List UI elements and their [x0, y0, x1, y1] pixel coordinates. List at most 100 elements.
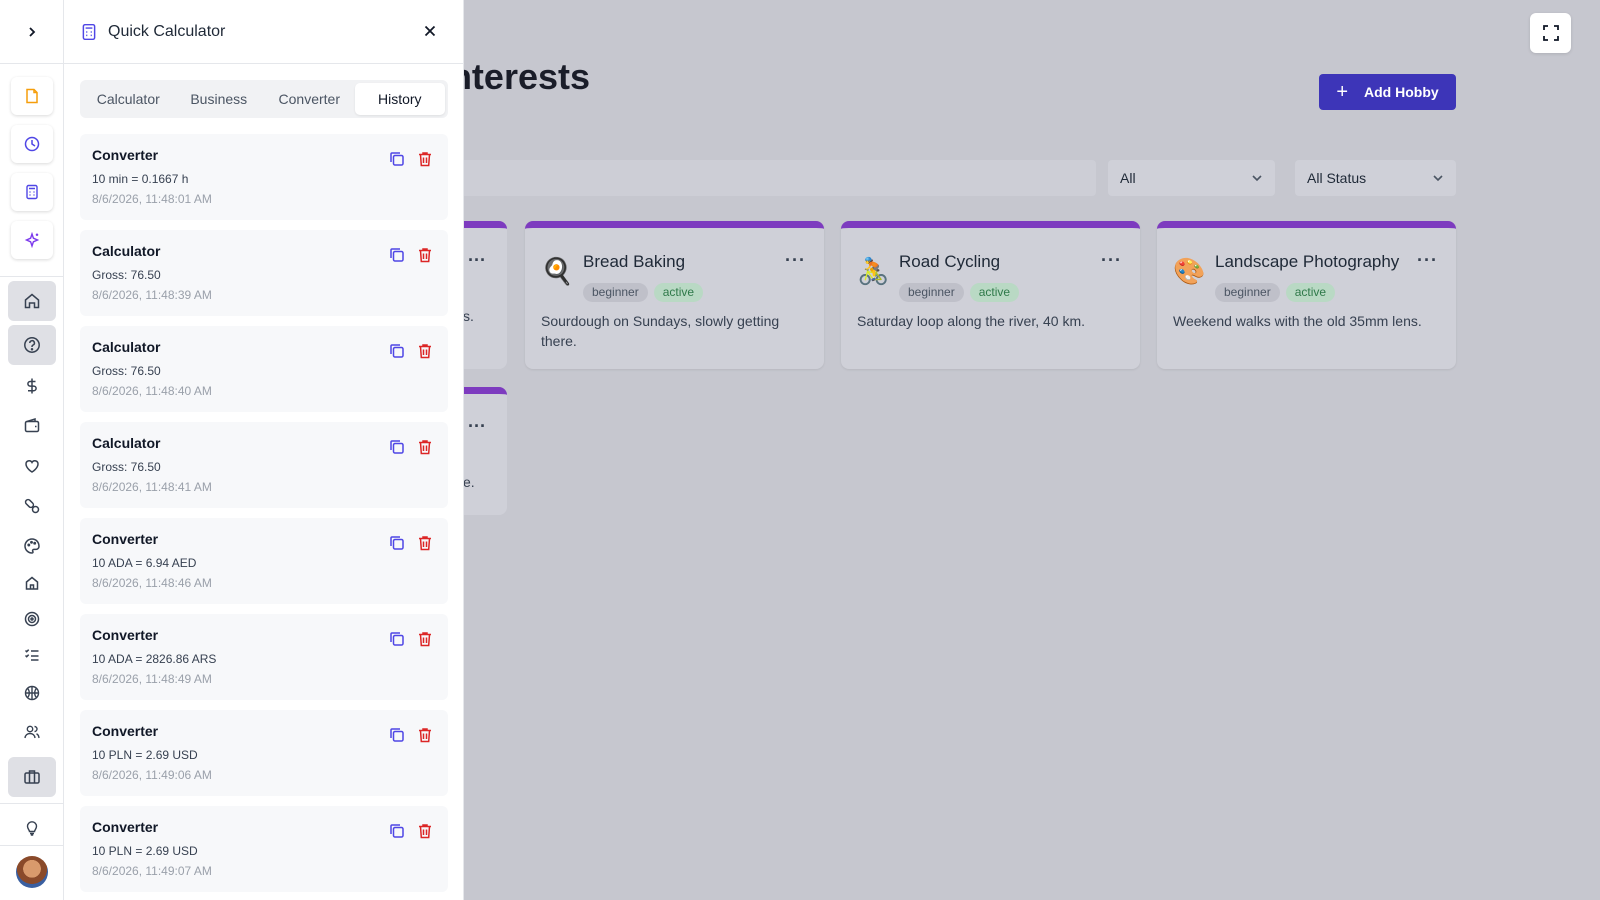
- notes-quick-button[interactable]: [11, 77, 53, 115]
- delete-button[interactable]: [416, 822, 434, 840]
- tab-history[interactable]: History: [354, 83, 445, 115]
- home-icon: [24, 293, 40, 309]
- entry-value: 10 PLN = 2.69 USD: [92, 748, 198, 762]
- card-menu-button[interactable]: ···: [1101, 250, 1122, 271]
- entry-timestamp: 8/6/2026, 11:48:39 AM: [92, 288, 212, 302]
- nav-help[interactable]: [8, 325, 56, 365]
- status-badge: active: [969, 283, 1020, 302]
- plus-icon: +: [1336, 81, 1349, 103]
- sparkles-icon: [24, 232, 40, 248]
- copy-button[interactable]: [388, 630, 406, 648]
- level-badge: beginner: [1215, 283, 1280, 302]
- status-badge: active: [1285, 283, 1336, 302]
- entry-timestamp: 8/6/2026, 11:48:40 AM: [92, 384, 212, 398]
- nav-ideas[interactable]: [8, 808, 56, 848]
- search-input[interactable]: [460, 160, 1096, 196]
- hobby-description: Saturday loop along the river, 40 km.: [857, 313, 1086, 329]
- delete-button[interactable]: [416, 342, 434, 360]
- entry-value: Gross: 76.50: [92, 460, 161, 474]
- tab-calculator[interactable]: Calculator: [83, 83, 174, 115]
- close-panel-button[interactable]: [419, 20, 441, 42]
- nav-people[interactable]: [8, 712, 56, 752]
- chevron-right-icon: [29, 26, 36, 37]
- category-filter-value: All: [1120, 170, 1136, 186]
- copy-button[interactable]: [388, 342, 406, 360]
- timer-quick-button[interactable]: [11, 125, 53, 163]
- status-filter-select[interactable]: All Status: [1295, 160, 1456, 196]
- close-icon: [424, 25, 436, 37]
- copy-icon: [390, 248, 404, 262]
- hobby-emoji-icon: 🍳: [541, 256, 574, 286]
- nav-household[interactable]: [8, 563, 56, 603]
- nav-sports[interactable]: [8, 673, 56, 713]
- entry-timestamp: 8/6/2026, 11:49:07 AM: [92, 864, 212, 878]
- entry-value: 10 ADA = 2826.86 ARS: [92, 652, 217, 666]
- fullscreen-button[interactable]: [1530, 13, 1571, 53]
- history-list: Converter 10 min = 0.1667 h 8/6/2026, 11…: [80, 134, 448, 900]
- panel-title: Quick Calculator: [108, 22, 226, 40]
- tab-business[interactable]: Business: [174, 83, 265, 115]
- nav-medication[interactable]: [8, 486, 56, 526]
- entry-timestamp: 8/6/2026, 11:48:01 AM: [92, 192, 212, 206]
- copy-button[interactable]: [388, 726, 406, 744]
- hobby-card[interactable]: 🎨 Landscape Photography ··· beginner act…: [1157, 221, 1456, 369]
- copy-button[interactable]: [388, 150, 406, 168]
- icon-sidebar: [0, 0, 64, 900]
- nav-finance[interactable]: [8, 366, 56, 406]
- user-avatar[interactable]: [16, 856, 48, 888]
- copy-button[interactable]: [388, 822, 406, 840]
- trash-icon: [419, 344, 431, 359]
- house-icon: [25, 576, 39, 590]
- add-hobby-button[interactable]: + Add Hobby: [1319, 74, 1456, 110]
- entry-type: Converter: [92, 723, 159, 739]
- nav-hobbies[interactable]: [8, 526, 56, 566]
- copy-button[interactable]: [388, 246, 406, 264]
- hobby-description: Weekend walks with the old 35mm lens.: [1173, 313, 1422, 329]
- hobby-emoji-icon: 🚴: [857, 256, 890, 286]
- ai-assistant-quick-button[interactable]: [11, 221, 53, 259]
- hobby-name: Bread Baking: [583, 252, 686, 271]
- entry-value: 10 min = 0.1667 h: [92, 172, 189, 186]
- trash-icon: [419, 824, 431, 839]
- history-entry: Calculator Gross: 76.50 8/6/2026, 11:48:…: [80, 326, 448, 412]
- nav-wallet[interactable]: [8, 406, 56, 446]
- card-menu-button[interactable]: ···: [468, 416, 486, 437]
- history-entry: Converter 10 PLN = 2.69 USD 8/6/2026, 11…: [80, 710, 448, 796]
- file-icon: [26, 88, 38, 104]
- calculator-quick-button[interactable]: [11, 173, 53, 211]
- category-filter-select[interactable]: All: [1108, 160, 1275, 196]
- delete-button[interactable]: [416, 150, 434, 168]
- hobby-card[interactable]: 🚴 Road Cycling ··· beginner active Satur…: [841, 221, 1140, 369]
- entry-value: 10 PLN = 2.69 USD: [92, 844, 198, 858]
- copy-icon: [390, 152, 404, 166]
- delete-button[interactable]: [416, 630, 434, 648]
- card-menu-button[interactable]: ···: [785, 250, 806, 271]
- delete-button[interactable]: [416, 534, 434, 552]
- hobby-card[interactable]: 🍳 Bread Baking ··· beginner active Sourd…: [525, 221, 824, 369]
- status-filter-value: All Status: [1307, 170, 1367, 186]
- nav-home[interactable]: [8, 281, 56, 321]
- basketball-icon: [24, 685, 40, 701]
- hobby-description: Sourdough on Sundays, slowly getting the…: [541, 313, 780, 349]
- trash-icon: [419, 728, 431, 743]
- card-menu-button[interactable]: ···: [1417, 250, 1438, 271]
- tab-converter[interactable]: Converter: [264, 83, 355, 115]
- nav-tasks[interactable]: [8, 635, 56, 675]
- nav-work[interactable]: [8, 757, 56, 797]
- delete-button[interactable]: [416, 438, 434, 456]
- nav-health[interactable]: [8, 446, 56, 486]
- delete-button[interactable]: [416, 246, 434, 264]
- heart-icon: [25, 460, 39, 473]
- entry-timestamp: 8/6/2026, 11:49:06 AM: [92, 768, 212, 782]
- history-entry: Converter 10 min = 0.1667 h 8/6/2026, 11…: [80, 134, 448, 220]
- nav-goals[interactable]: [8, 599, 56, 639]
- expand-sidebar-button[interactable]: [0, 0, 64, 64]
- copy-button[interactable]: [388, 438, 406, 456]
- help-circle-icon: [24, 337, 40, 353]
- card-menu-button[interactable]: ···: [468, 250, 486, 271]
- copy-icon: [390, 824, 404, 838]
- target-icon: [24, 611, 40, 627]
- delete-button[interactable]: [416, 726, 434, 744]
- copy-button[interactable]: [388, 534, 406, 552]
- dollar-icon: [27, 378, 37, 394]
